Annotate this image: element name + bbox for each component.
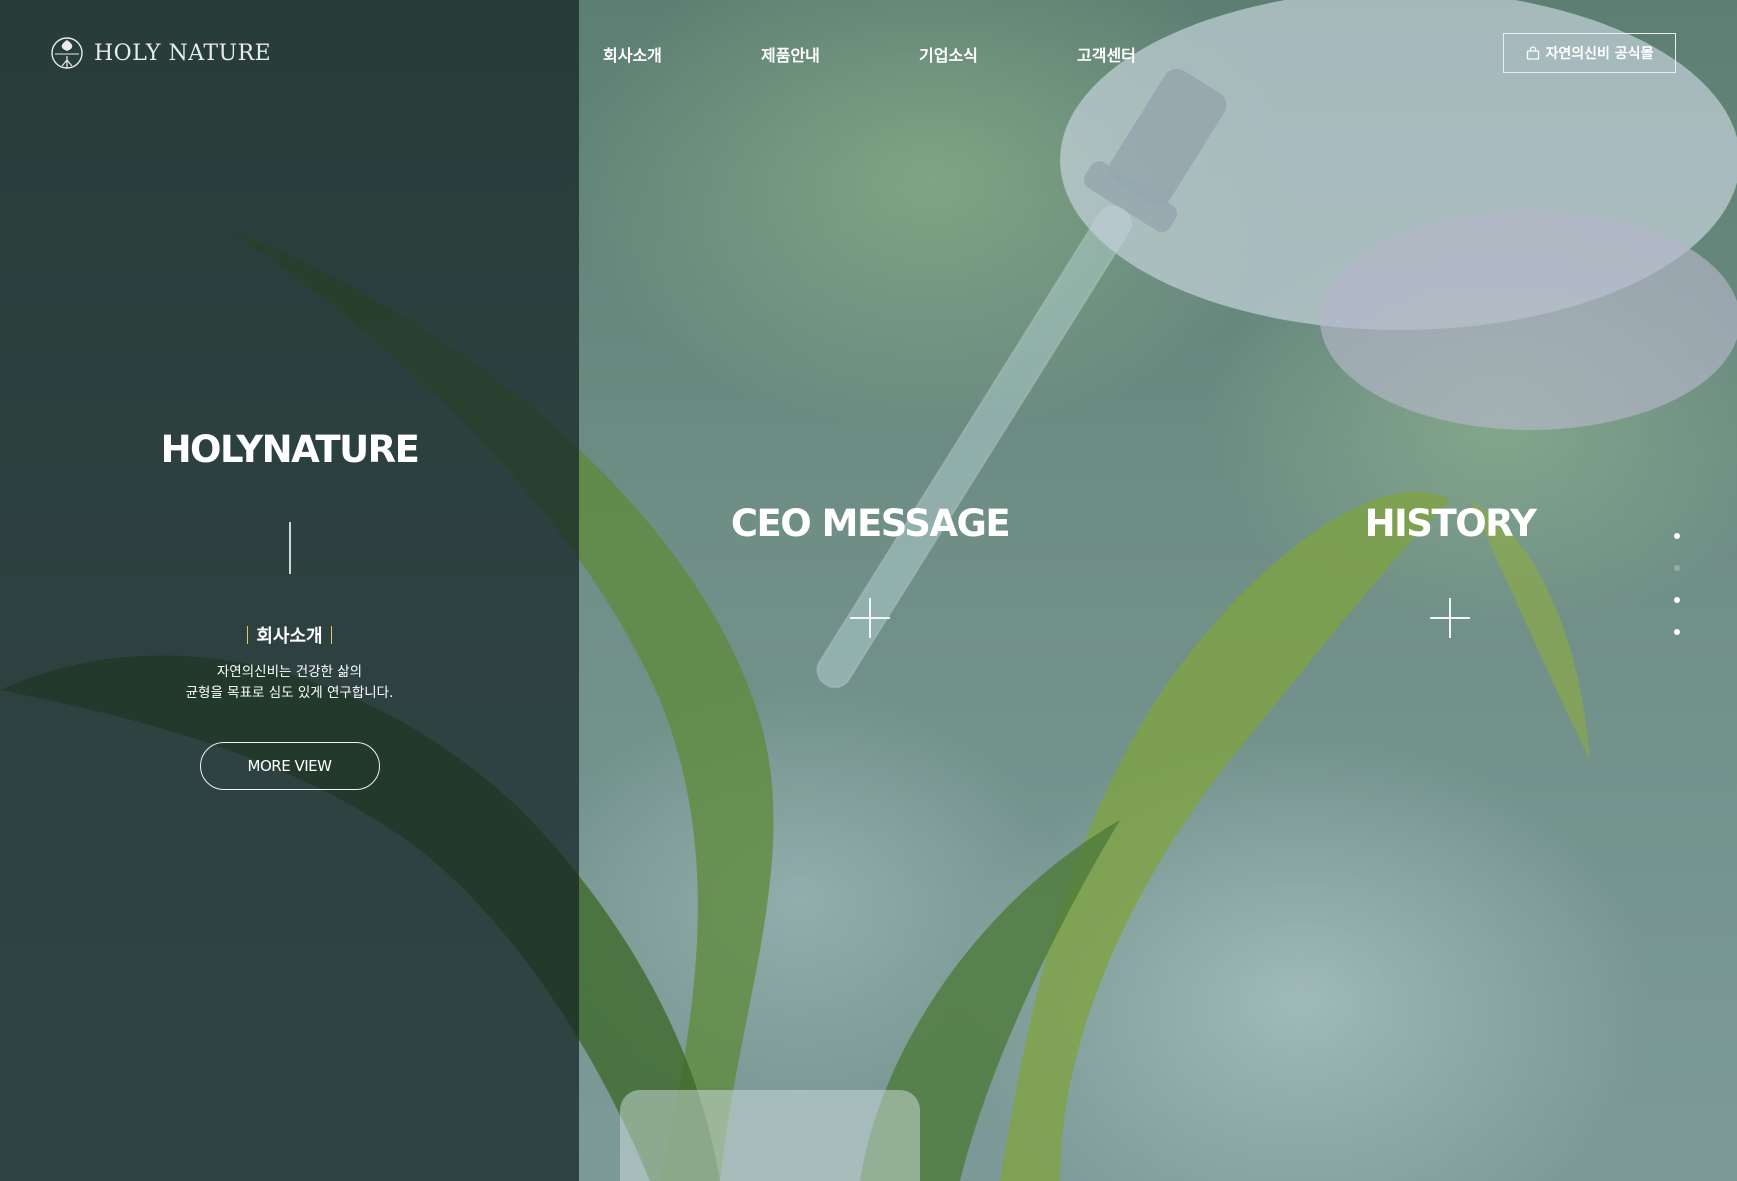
- site-logo[interactable]: HOLY NATURE: [50, 30, 271, 76]
- section-title-ceo-message: CEO MESSAGE: [730, 502, 1011, 545]
- description-line-2: 균형을 목표로 심도 있게 연구합니다.: [185, 685, 394, 701]
- slide-pagination: [1674, 533, 1680, 661]
- shopping-bag-icon: [1526, 46, 1539, 60]
- main-nav: 회사소개 제품안내 기업소식 고객센터: [603, 42, 1235, 66]
- ceo-message-section: CEO MESSAGE: [695, 502, 1045, 638]
- nav-item-news[interactable]: 기업소식: [919, 42, 1077, 66]
- company-intro-label: 회사소개: [0, 622, 579, 648]
- pagination-dot-1[interactable]: [1674, 533, 1680, 539]
- nav-item-products[interactable]: 제품안내: [761, 42, 919, 66]
- more-view-button[interactable]: MORE VIEW: [199, 742, 380, 790]
- vertical-divider: [288, 522, 291, 574]
- history-plus-icon[interactable]: [1430, 598, 1470, 638]
- history-section: HISTORY: [1300, 502, 1600, 638]
- description-line-1: 자연의신비는 건강한 삶의: [216, 664, 363, 680]
- section-title-holynature: HOLYNATURE: [160, 428, 420, 471]
- company-intro-section: HOLYNATURE 회사소개 자연의신비는 건강한 삶의 균형을 목표로 심도…: [0, 428, 579, 790]
- nav-item-support[interactable]: 고객센터: [1077, 42, 1235, 66]
- logo-text: HOLY NATURE: [94, 40, 272, 66]
- pagination-dot-4[interactable]: [1674, 629, 1680, 635]
- section-title-history: HISTORY: [1364, 502, 1537, 545]
- ceo-message-plus-icon[interactable]: [850, 598, 890, 638]
- official-mall-button[interactable]: 자연의신비 공식몰: [1503, 33, 1676, 73]
- nav-item-company[interactable]: 회사소개: [603, 42, 761, 66]
- company-intro-text: 회사소개: [256, 626, 323, 647]
- official-mall-label: 자연의신비 공식몰: [1545, 46, 1654, 62]
- pagination-dot-3[interactable]: [1674, 597, 1680, 603]
- pagination-dot-2[interactable]: [1674, 565, 1680, 571]
- logo-emblem-icon: [51, 37, 83, 69]
- label-bar-left: [247, 626, 249, 644]
- label-bar-right: [330, 626, 332, 644]
- company-intro-description: 자연의신비는 건강한 삶의 균형을 목표로 심도 있게 연구합니다.: [0, 662, 579, 704]
